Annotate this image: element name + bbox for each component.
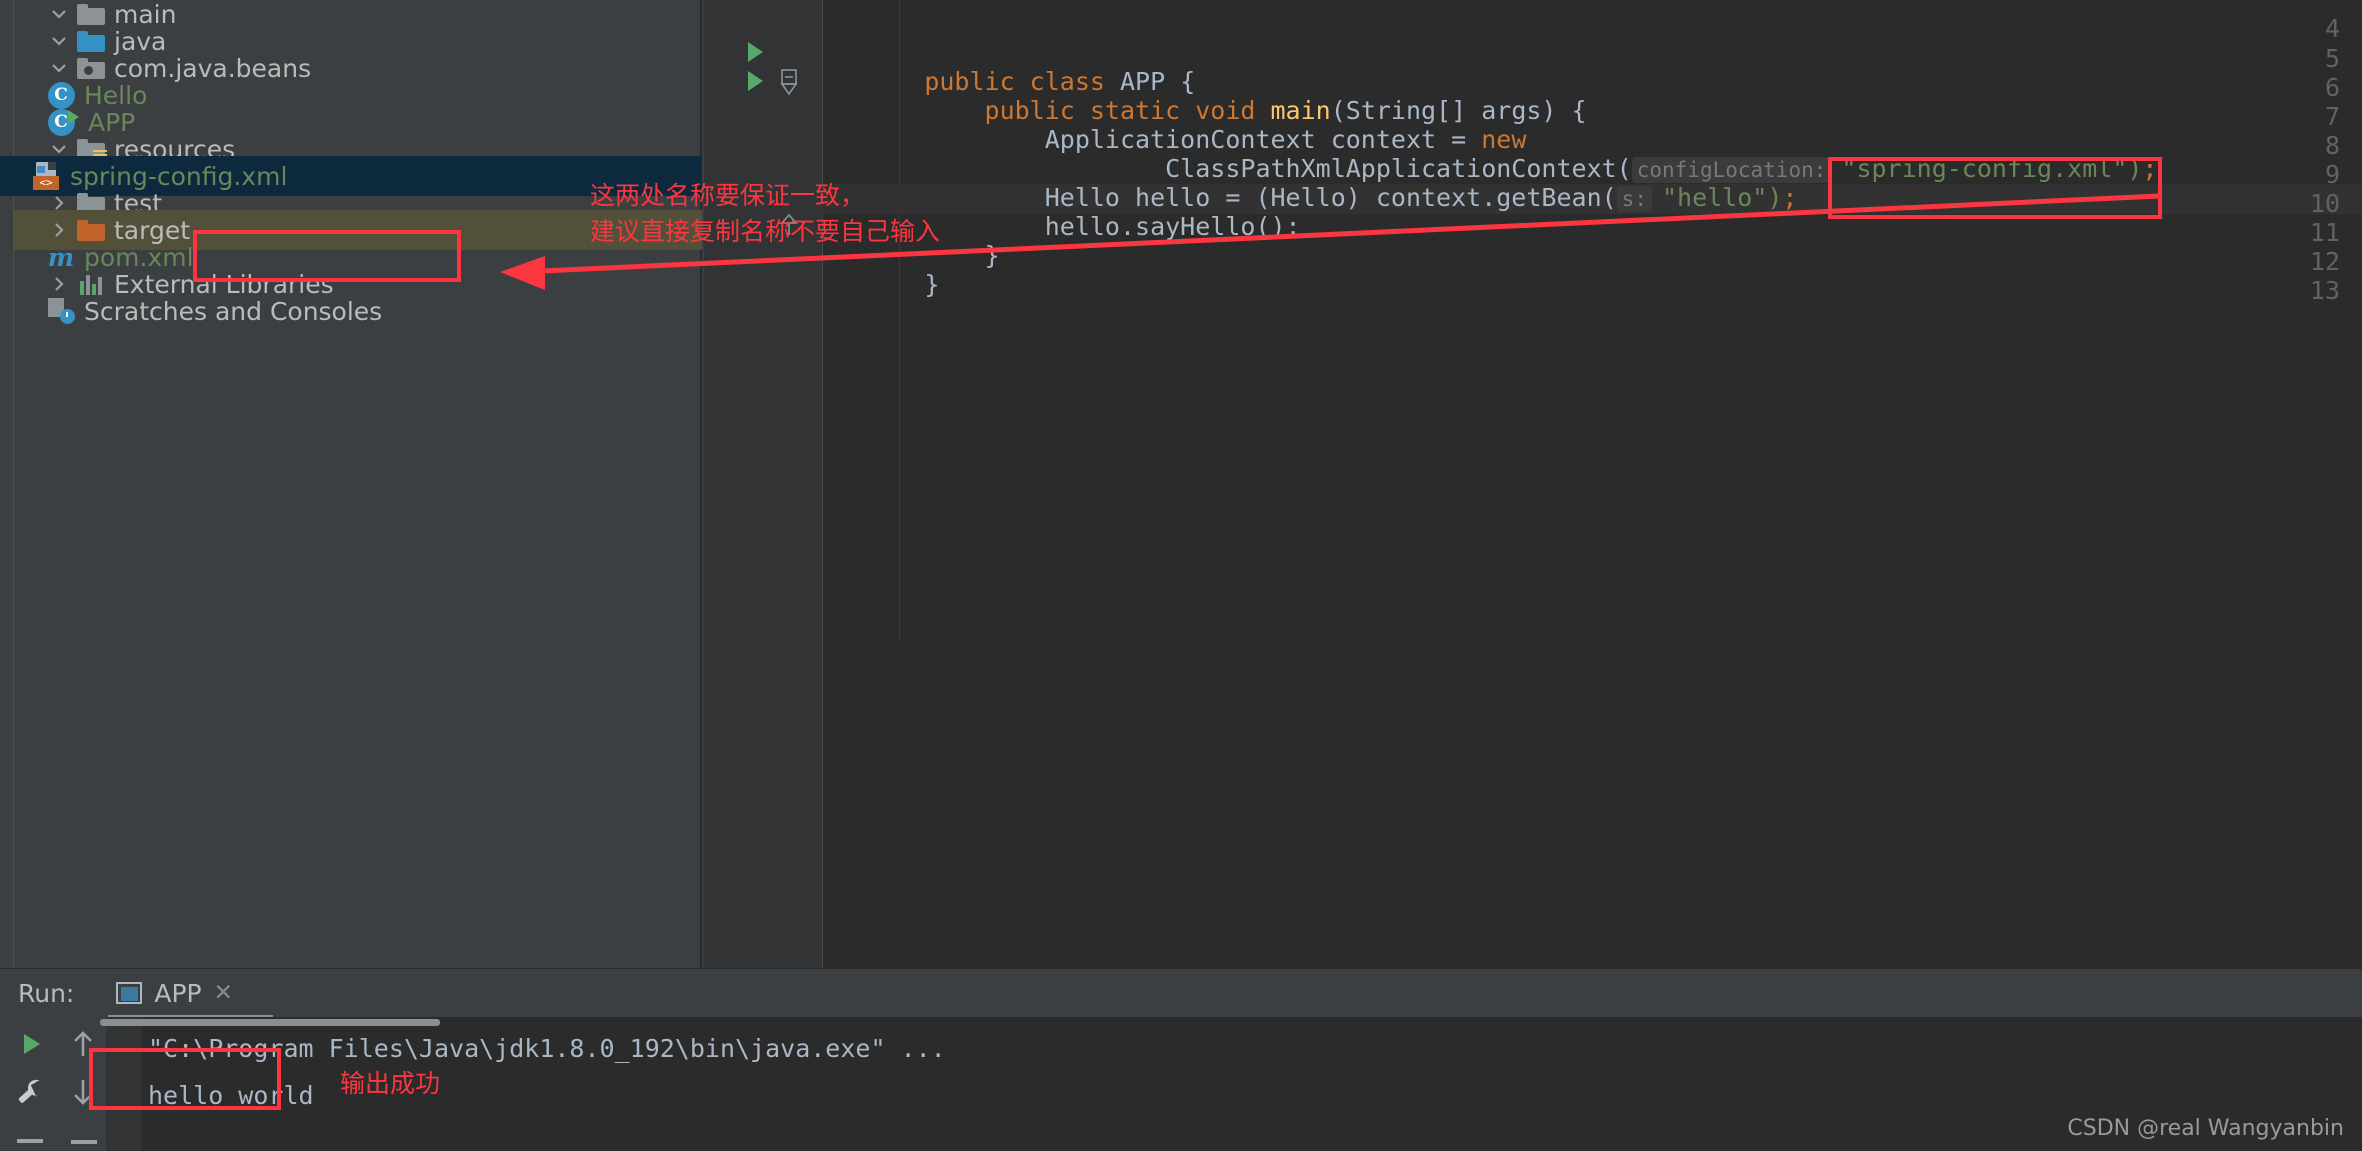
line-number: 12 bbox=[2309, 247, 2340, 276]
annotation-output-note: 输出成功 bbox=[340, 1069, 441, 1098]
run-toolbar-primary[interactable] bbox=[0, 1017, 60, 1151]
code-token-semicolon: ; bbox=[1782, 183, 1798, 212]
line-number: 7 bbox=[2324, 102, 2340, 131]
run-window-label: Run: bbox=[18, 978, 75, 1008]
fold-collapse-icon[interactable] bbox=[778, 68, 800, 96]
minus-icon[interactable] bbox=[14, 1135, 46, 1147]
console-horizontal-scrollbar[interactable] bbox=[100, 1019, 440, 1026]
run-tab-label: APP bbox=[154, 978, 202, 1008]
run-gutter-icon[interactable] bbox=[748, 42, 763, 62]
line-number: 5 bbox=[2324, 44, 2340, 73]
line-number: 8 bbox=[2324, 131, 2340, 160]
run-toolbar-secondary[interactable] bbox=[60, 1017, 106, 1151]
tree-item-scratches-and-consoles[interactable]: Scratches and Consoles bbox=[14, 291, 702, 331]
run-gutter-icon[interactable] bbox=[748, 71, 763, 91]
csdn-watermark: CSDN @real Wangyanbin bbox=[2067, 1116, 2344, 1141]
line-number: 10 bbox=[2309, 189, 2340, 218]
run-tool-window[interactable]: Run: APP ✕ "C:\Program Files\Java\jdk1.8… bbox=[0, 968, 2362, 1151]
annotation-note-line2: 建议直接复制名称不要自己输入 bbox=[590, 217, 941, 246]
gutter-separator bbox=[822, 0, 823, 968]
run-icon[interactable] bbox=[14, 1027, 48, 1061]
code-token-string: "hello") bbox=[1661, 183, 1783, 212]
close-icon[interactable]: ✕ bbox=[214, 980, 233, 1006]
ide-window: main java com.java.beans C Hello C APP r… bbox=[0, 0, 2362, 1151]
console-line-output: hello world bbox=[148, 1081, 314, 1110]
code-editor[interactable]: 4 5 6 7 8 9 10 11 12 13 public class APP… bbox=[704, 0, 2362, 968]
line-number: 9 bbox=[2324, 160, 2340, 189]
wrench-icon[interactable] bbox=[12, 1072, 48, 1108]
project-tool-window[interactable]: main java com.java.beans C Hello C APP r… bbox=[0, 0, 702, 968]
line-number: 13 bbox=[2309, 276, 2340, 305]
collapse-icon[interactable] bbox=[69, 1137, 99, 1147]
arrow-up-icon[interactable] bbox=[67, 1027, 99, 1061]
console-gutter bbox=[106, 1017, 142, 1151]
line-number: 11 bbox=[2309, 218, 2340, 247]
editor-line-gutter[interactable] bbox=[704, 0, 822, 968]
code-line-12[interactable]: } bbox=[834, 241, 939, 328]
run-tab-bar: Run: APP ✕ bbox=[0, 969, 2362, 1019]
arrow-down-icon[interactable] bbox=[67, 1075, 99, 1109]
project-tree-gutter bbox=[0, 0, 14, 968]
line-number: 6 bbox=[2324, 73, 2340, 102]
console-line-command: "C:\Program Files\Java\jdk1.8.0_192\bin\… bbox=[148, 1034, 946, 1063]
code-token-string: "spring-config.xml") bbox=[1841, 154, 2143, 183]
scratches-icon bbox=[44, 291, 78, 331]
line-number: 4 bbox=[2324, 14, 2340, 43]
code-token-brace: } bbox=[924, 270, 940, 299]
console-tab-icon bbox=[116, 982, 143, 1004]
run-tab-app[interactable]: APP ✕ bbox=[116, 969, 233, 1017]
annotation-note-line1: 这两处名称要保证一致， bbox=[590, 181, 866, 210]
code-token-semicolon: ; bbox=[2142, 154, 2158, 183]
parameter-hint-s: s: bbox=[1616, 186, 1652, 212]
tree-item-label: Scratches and Consoles bbox=[84, 296, 383, 326]
